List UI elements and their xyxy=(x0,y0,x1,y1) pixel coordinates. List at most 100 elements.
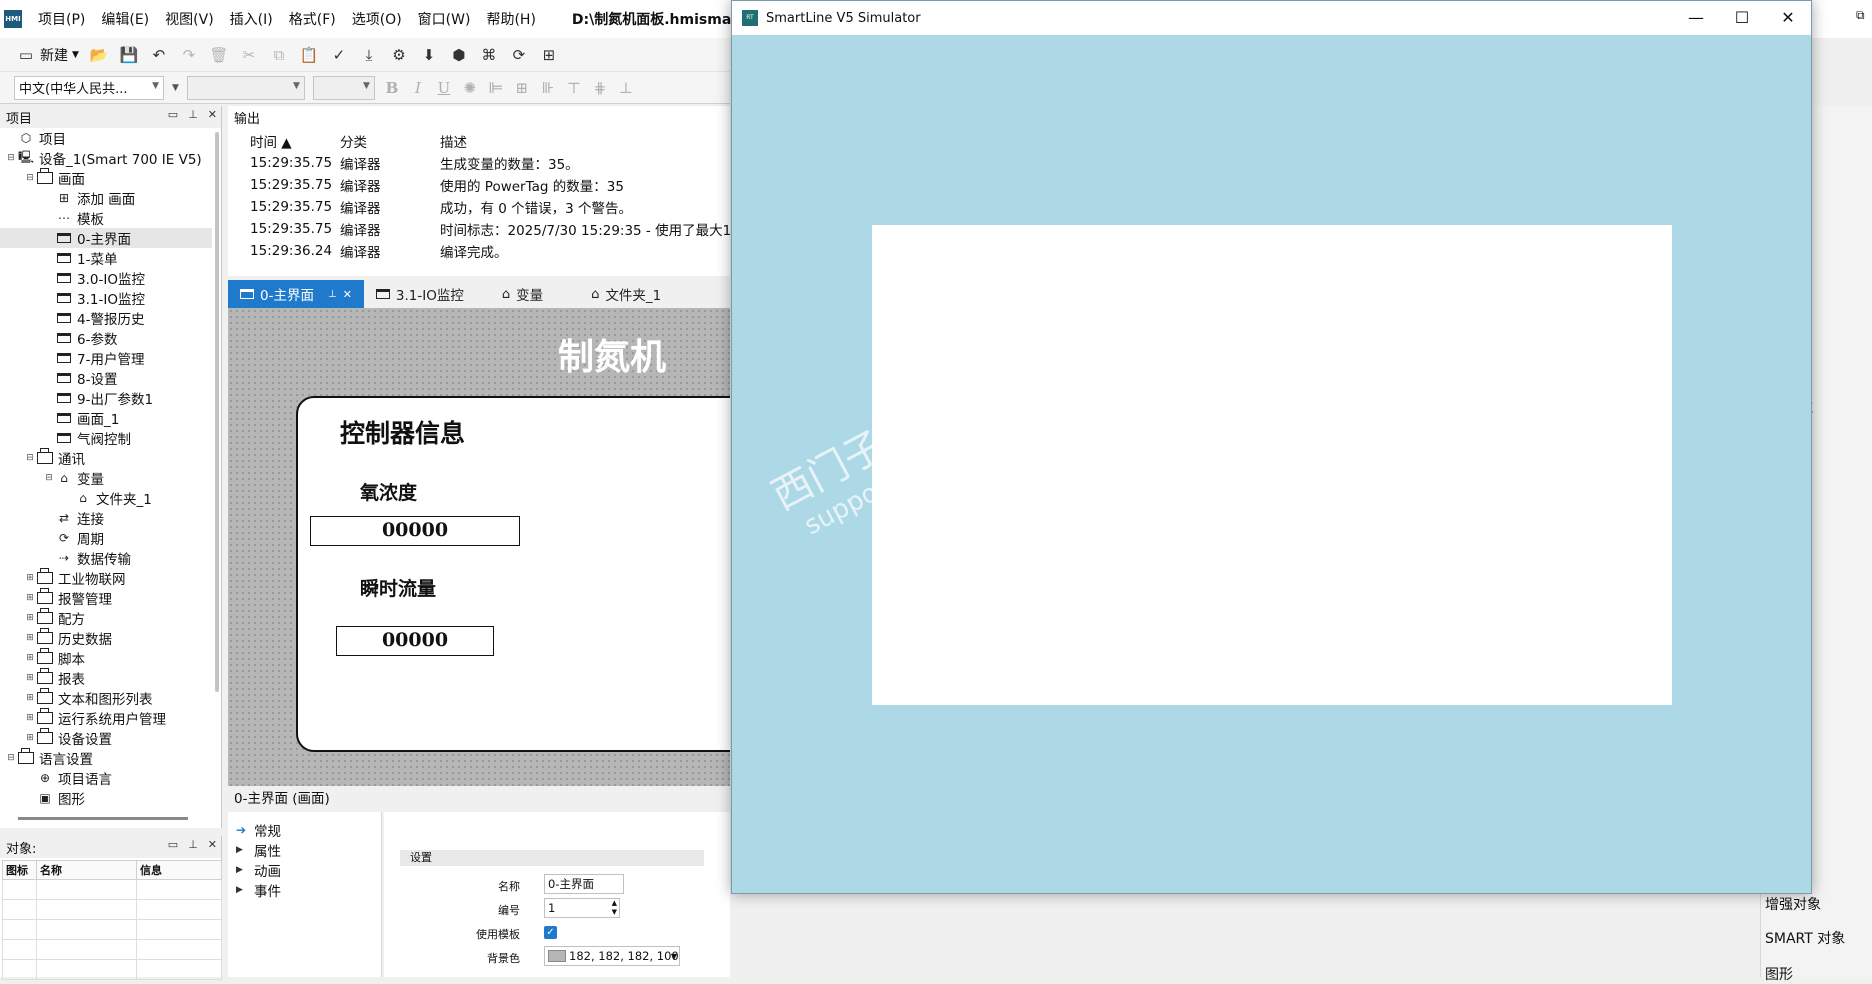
simulator-titlebar[interactable]: RT SmartLine V5 Simulator — ☐ ✕ xyxy=(732,1,1811,35)
delete-icon[interactable]: 🗑 xyxy=(209,46,229,64)
tree-item[interactable]: ⊞ 报表 xyxy=(0,668,212,688)
close-icon[interactable]: ✕ xyxy=(208,108,217,121)
align-bottom-icon[interactable]: ⊥ xyxy=(617,79,635,97)
tree-item[interactable]: ⊞ 脚本 xyxy=(0,648,212,668)
nav-general[interactable]: ➔ 常规 xyxy=(228,820,381,840)
table-row[interactable]: 15:29:35.75 编译器 成功，有 0 个错误，3 个警告。 xyxy=(244,196,764,218)
tree-item[interactable]: 7-用户管理 xyxy=(0,348,212,368)
align-top-icon[interactable]: ⊤ xyxy=(565,79,583,97)
tree-item[interactable]: 4-警报历史 xyxy=(0,308,212,328)
replace-icon[interactable]: ⟳ xyxy=(509,46,529,64)
tree-item[interactable]: ⊟ 🖳 设备_1(Smart 700 IE V5) xyxy=(0,148,212,169)
nav-animation[interactable]: ▶ 动画 xyxy=(228,860,381,880)
align-right-icon[interactable]: ⊪ xyxy=(539,79,557,97)
tree-scrollbar[interactable] xyxy=(215,132,219,692)
tree-item[interactable]: ▣ 图形 xyxy=(0,788,212,808)
tree-item[interactable]: ⬡ 项目 xyxy=(0,128,212,148)
expand-toggle-icon[interactable]: ⊞ xyxy=(25,733,35,743)
tab-io-monitor[interactable]: 3.1-IO监控 xyxy=(364,280,476,308)
column-header-time[interactable]: 时间 ▲ xyxy=(244,130,334,152)
oxygen-io-field[interactable]: 00000 xyxy=(310,516,520,546)
tree-item[interactable]: ⊕ 项目语言 xyxy=(0,768,212,788)
oxygen-label[interactable]: 氧浓度 xyxy=(360,478,417,505)
tree-item[interactable]: 3.1-IO监控 xyxy=(0,288,212,308)
align-center-icon[interactable]: ⊞ xyxy=(513,79,531,97)
open-icon[interactable]: 📂 xyxy=(89,46,109,64)
tree-item[interactable]: ⊟ ⌂ 变量 xyxy=(0,468,212,488)
stepper-arrows-icon[interactable]: ▲ ▼ xyxy=(612,899,617,917)
expand-toggle-icon[interactable]: ⊟ xyxy=(6,753,16,763)
expand-toggle-icon[interactable]: ⊞ xyxy=(25,653,35,663)
minimize-icon[interactable]: — xyxy=(1673,1,1719,35)
close-icon[interactable]: ✕ xyxy=(1765,1,1811,35)
expand-toggle-icon[interactable]: ⊞ xyxy=(25,673,35,683)
device-icon[interactable]: ⬢ xyxy=(449,46,469,64)
tree-item[interactable]: 气阀控制 xyxy=(0,428,212,448)
tree-item[interactable]: 3.0-IO监控 xyxy=(0,268,212,288)
find-icon[interactable]: ⌘ xyxy=(479,46,499,64)
tree-item[interactable]: 画面_1 xyxy=(0,408,212,428)
tree-item[interactable]: ⊞ 运行系统用户管理 xyxy=(0,708,212,728)
tree-item[interactable]: ⊞ 工业物联网 xyxy=(0,568,212,588)
minimize-panel-icon[interactable]: ▭ xyxy=(168,838,178,851)
italic-icon[interactable]: I xyxy=(409,79,427,97)
tree-item[interactable]: ⌂ 文件夹_1 xyxy=(0,488,212,508)
language-select[interactable]: 中文(中华人民共... ▼ xyxy=(14,75,164,100)
expand-toggle-icon[interactable]: ⊞ xyxy=(25,633,35,643)
font-size-select[interactable]: ▼ xyxy=(312,75,375,100)
flow-io-field[interactable]: 00000 xyxy=(336,626,494,656)
menu-help[interactable]: 帮助(H) xyxy=(478,9,543,29)
column-header-description[interactable]: 描述 xyxy=(434,130,764,152)
screen-number-stepper[interactable]: 1 ▲ ▼ xyxy=(544,898,620,918)
underline-icon[interactable]: U xyxy=(435,79,453,97)
copy-icon[interactable]: ⧉ xyxy=(269,46,289,64)
pin-icon[interactable]: ⊥ xyxy=(188,108,198,121)
tree-item[interactable]: ⊞ 设备设置 xyxy=(0,728,212,748)
expand-toggle-icon[interactable]: ⊞ xyxy=(25,693,35,703)
tree-item[interactable]: 1-菜单 xyxy=(0,248,212,268)
nav-properties[interactable]: ▶ 属性 xyxy=(228,840,381,860)
effects-icon[interactable]: ✺ xyxy=(461,79,479,97)
table-row[interactable]: 15:29:35.75 编译器 时间标志：2025/7/30 15:29:35 - … xyxy=(244,218,764,240)
tree-item[interactable]: ⊟ 画面 xyxy=(0,168,212,188)
cut-icon[interactable]: ✂ xyxy=(239,46,259,64)
tree-item[interactable]: 0-主界面 xyxy=(0,228,212,248)
paste-icon[interactable]: 📋 xyxy=(299,46,319,64)
menu-view[interactable]: 视图(V) xyxy=(157,9,222,29)
graphics-group[interactable]: 图形 xyxy=(1765,964,1793,984)
simulator-runtime-screen[interactable] xyxy=(872,225,1672,705)
tree-item[interactable]: 8-设置 xyxy=(0,368,212,388)
use-template-checkbox[interactable]: ✓ xyxy=(544,926,557,939)
column-header-icon[interactable]: 图标 xyxy=(2,860,37,880)
compile-icon[interactable]: ✓ xyxy=(329,46,349,64)
restore-panel-icon[interactable]: ⧉ xyxy=(1856,8,1865,23)
expand-toggle-icon[interactable]: ⊞ xyxy=(25,573,35,583)
tree-item[interactable]: 9-出厂参数1 xyxy=(0,388,212,408)
expand-toggle-icon[interactable]: ⊞ xyxy=(25,593,35,603)
table-row[interactable]: 15:29:36.24 编译器 编译完成。 xyxy=(244,240,764,262)
tab-variables[interactable]: ⌂ 变量 xyxy=(490,280,555,308)
menu-insert[interactable]: 插入(I) xyxy=(222,9,281,29)
smart-objects-group[interactable]: SMART 对象 xyxy=(1765,928,1845,948)
screen-editor-canvas[interactable]: 制氮机 控制器信息 氧浓度 00000 瞬时流量 00000 xyxy=(228,308,730,786)
menu-window[interactable]: 窗口(W) xyxy=(410,9,479,29)
tree-item[interactable]: ⋯ 模板 xyxy=(0,208,212,228)
tab-main-screen[interactable]: 0-主界面 ⊥ ✕ xyxy=(228,280,364,308)
tab-folder[interactable]: ⌂ 文件夹_1 xyxy=(579,280,673,308)
menu-format[interactable]: 格式(F) xyxy=(281,9,344,29)
flow-label[interactable]: 瞬时流量 xyxy=(360,574,436,601)
enhanced-objects-group[interactable]: 增强对象 xyxy=(1765,894,1821,914)
hmi-title-text[interactable]: 制氮机 xyxy=(558,328,666,380)
tree-item[interactable]: ⇄ 连接 xyxy=(0,508,212,528)
expand-toggle-icon[interactable]: ⊞ xyxy=(25,713,35,723)
tree-item[interactable]: ⊟ 通讯 xyxy=(0,448,212,468)
close-icon[interactable]: ✕ xyxy=(208,838,217,851)
column-header-category[interactable]: 分类 xyxy=(334,130,434,152)
expand-toggle-icon[interactable]: ⊟ xyxy=(25,453,35,463)
tree-item[interactable]: ⊞ 历史数据 xyxy=(0,628,212,648)
minimize-panel-icon[interactable]: ▭ xyxy=(168,108,178,121)
download-icon[interactable]: ⤓ xyxy=(359,46,379,64)
tree-item[interactable]: ⊞ 配方 xyxy=(0,608,212,628)
maximize-icon[interactable]: ☐ xyxy=(1719,1,1765,35)
tree-item[interactable]: 6-参数 xyxy=(0,328,212,348)
